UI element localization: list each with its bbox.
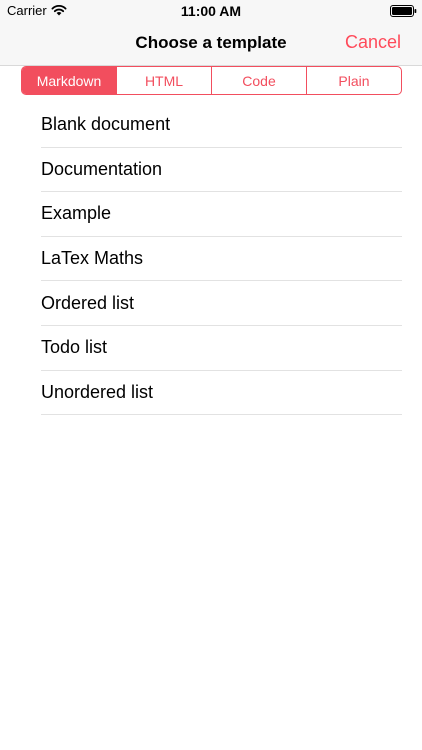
segment-plain[interactable]: Plain bbox=[306, 67, 401, 94]
template-item-ordered-list[interactable]: Ordered list bbox=[41, 281, 402, 326]
segment-markdown[interactable]: Markdown bbox=[22, 67, 116, 94]
template-item-example[interactable]: Example bbox=[41, 192, 402, 237]
segment-code[interactable]: Code bbox=[211, 67, 306, 94]
segment-html[interactable]: HTML bbox=[116, 67, 211, 94]
template-item-blank-document[interactable]: Blank document bbox=[41, 103, 402, 148]
clock: 11:00 AM bbox=[180, 3, 242, 19]
template-item-todo-list[interactable]: Todo list bbox=[41, 326, 402, 371]
status-bar: Carrier 11:00 AM bbox=[0, 0, 422, 22]
template-item-unordered-list[interactable]: Unordered list bbox=[41, 371, 402, 416]
template-item-documentation[interactable]: Documentation bbox=[41, 148, 402, 193]
navigation-bar: Choose a template Cancel bbox=[0, 22, 422, 66]
template-type-segmented-control: Markdown HTML Code Plain bbox=[21, 66, 402, 95]
template-chooser-screen: Carrier 11:00 AM Choose a template Cance… bbox=[0, 0, 422, 750]
template-list: Blank document Documentation Example LaT… bbox=[41, 103, 402, 416]
template-item-latex-maths[interactable]: LaTex Maths bbox=[41, 237, 402, 282]
cancel-button[interactable]: Cancel bbox=[345, 32, 401, 53]
battery-icon bbox=[390, 5, 417, 17]
